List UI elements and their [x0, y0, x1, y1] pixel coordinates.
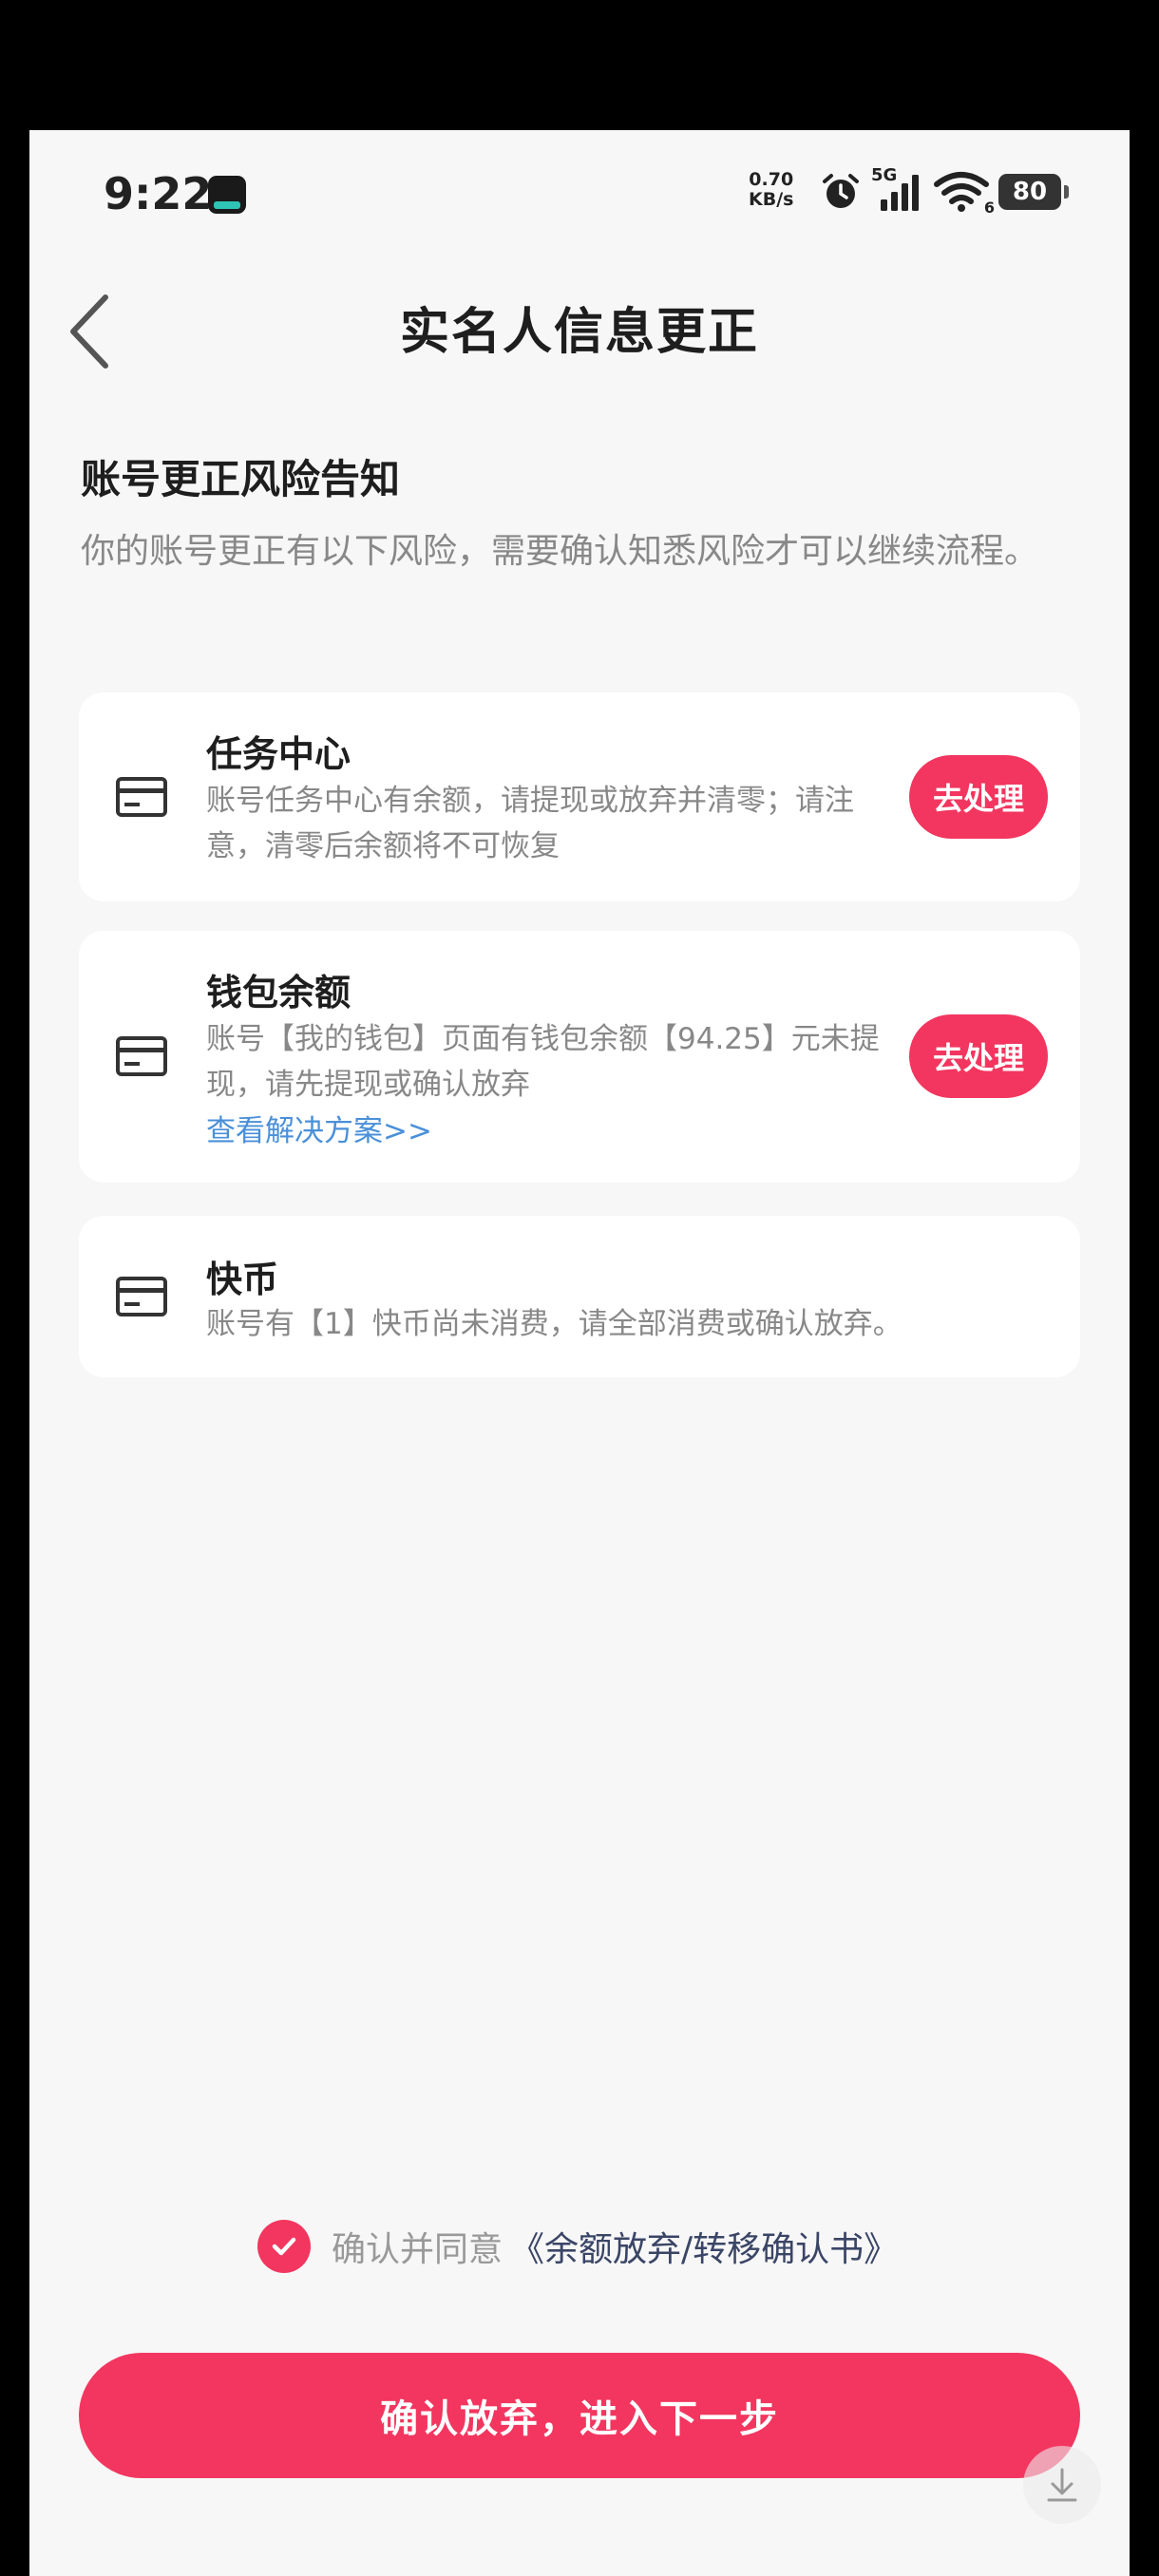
status-time: 9:22 [104, 168, 213, 219]
wifi-band-label: 6 [983, 199, 995, 217]
card-icon [116, 1277, 167, 1316]
wifi: 6 [934, 171, 995, 217]
process-button[interactable]: 去处理 [909, 755, 1048, 839]
card-title: 快币 [206, 1259, 279, 1300]
cell-signal-icon [881, 175, 919, 211]
network-speed-unit: KB/s [749, 189, 794, 210]
app-notification-icon [208, 176, 246, 214]
agreement-row: 确认并同意 《余额放弃/转移确认书》 [257, 2218, 898, 2275]
check-icon [272, 2237, 296, 2256]
download-button[interactable] [1023, 2446, 1101, 2524]
card-title: 钱包余额 [206, 972, 352, 1013]
cell-signal: 5G [871, 165, 924, 213]
card-description: 账号任务中心有余额，请提现或放弃并清零；请注意，清零后余额将不可恢复 [206, 784, 854, 863]
wifi-icon [934, 172, 989, 212]
risk-card-wallet-balance: 钱包余额 账号【我的钱包】页面有钱包余额【94.25】元未提现，请先提现或确认放… [79, 931, 1080, 1183]
agreement-document-link[interactable]: 《余额放弃/转移确认书》 [510, 2222, 898, 2271]
download-icon [1047, 2468, 1077, 2502]
status-icons: 5G 6 80 [820, 165, 1069, 217]
view-solution-link[interactable]: 查看解决方案>> [206, 1107, 432, 1149]
network-speed-value: 0.70 [749, 169, 794, 190]
card-title: 任务中心 [206, 733, 352, 775]
process-button[interactable]: 去处理 [909, 1014, 1048, 1098]
card-icon [116, 777, 167, 817]
page-title: 实名人信息更正 [399, 304, 759, 361]
network-speed: 0.70 KB/s [749, 170, 793, 210]
alarm-icon [823, 174, 859, 208]
notice-description: 你的账号更正有以下风险，需要确认知悉风险才可以继续流程。 [81, 532, 1039, 571]
battery-indicator: 80 [998, 174, 1069, 210]
risk-card-kuaibi: 快币 账号有【1】快币尚未消费，请全部消费或确认放弃。 [79, 1216, 1080, 1377]
agreement-checkbox[interactable] [257, 2220, 311, 2273]
card-icon [116, 1036, 167, 1076]
notice-title: 账号更正风险告知 [81, 456, 401, 502]
card-description: 账号有【1】快币尚未消费，请全部消费或确认放弃。 [206, 1307, 902, 1341]
status-bar: 9:22 0.70 KB/s 5G 6 80 [29, 130, 1130, 263]
card-description: 账号【我的钱包】页面有钱包余额【94.25】元未提现，请先提现或确认放弃 [206, 1022, 880, 1102]
confirm-abandon-button[interactable]: 确认放弃，进入下一步 [79, 2353, 1080, 2478]
agreement-text: 确认并同意 [332, 2230, 504, 2269]
risk-card-task-center: 任务中心 账号任务中心有余额，请提现或放弃并清零；请注意，清零后余额将不可恢复 … [79, 692, 1080, 901]
app-screen: 9:22 0.70 KB/s 5G 6 80 实名人信息更正 账号更正风险告知 … [29, 130, 1130, 2576]
